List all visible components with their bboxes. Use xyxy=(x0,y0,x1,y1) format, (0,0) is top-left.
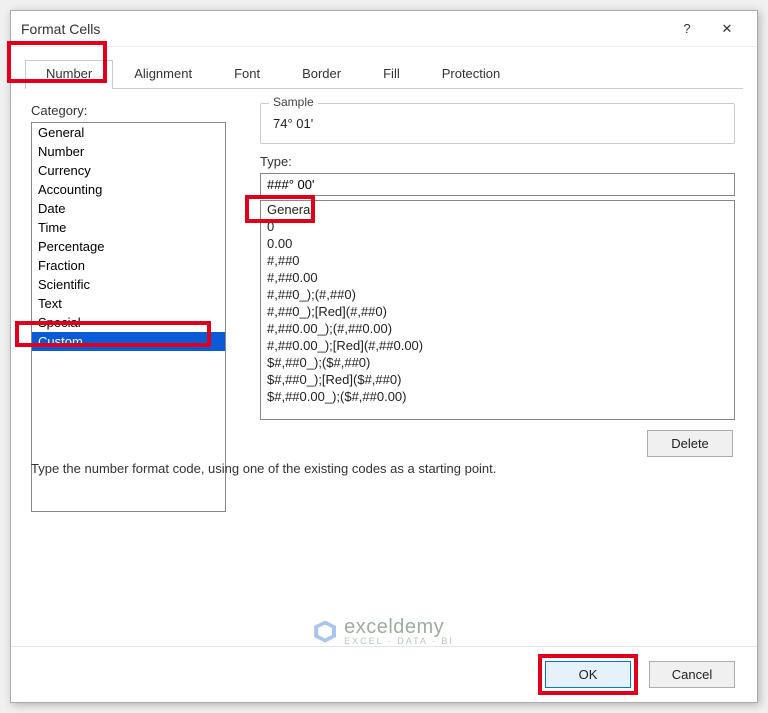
format-code-item[interactable]: #,##0_);(#,##0) xyxy=(261,286,734,303)
format-code-item[interactable]: 0.00 xyxy=(261,235,734,252)
format-code-item[interactable]: #,##0.00_);[Red](#,##0.00) xyxy=(261,337,734,354)
dialog-body: NumberAlignmentFontBorderFillProtection … xyxy=(11,47,757,646)
category-item-date[interactable]: Date xyxy=(32,199,225,218)
format-code-item[interactable]: #,##0.00 xyxy=(261,269,734,286)
tabstrip: NumberAlignmentFontBorderFillProtection xyxy=(25,59,743,89)
category-item-text[interactable]: Text xyxy=(32,294,225,313)
category-item-number[interactable]: Number xyxy=(32,142,225,161)
category-item-accounting[interactable]: Accounting xyxy=(32,180,225,199)
category-item-special[interactable]: Special xyxy=(32,313,225,332)
format-code-item[interactable]: General xyxy=(261,201,734,218)
sample-label: Sample xyxy=(269,95,318,109)
tab-font[interactable]: Font xyxy=(213,60,281,89)
format-code-item[interactable]: #,##0_);[Red](#,##0) xyxy=(261,303,734,320)
category-label: Category: xyxy=(31,103,236,118)
cancel-button[interactable]: Cancel xyxy=(649,661,735,688)
tab-protection[interactable]: Protection xyxy=(421,60,522,89)
dialog-footer: OK Cancel xyxy=(11,646,757,702)
delete-button[interactable]: Delete xyxy=(647,430,733,457)
format-code-item[interactable]: #,##0.00_);(#,##0.00) xyxy=(261,320,734,337)
tab-number[interactable]: Number xyxy=(25,60,113,89)
sample-group: Sample 74° 01' xyxy=(260,103,735,144)
category-item-time[interactable]: Time xyxy=(32,218,225,237)
sample-value: 74° 01' xyxy=(271,110,724,131)
category-column: Category: GeneralNumberCurrencyAccountin… xyxy=(31,103,236,512)
type-input[interactable] xyxy=(260,173,735,196)
tab-alignment[interactable]: Alignment xyxy=(113,60,213,89)
category-item-currency[interactable]: Currency xyxy=(32,161,225,180)
category-item-fraction[interactable]: Fraction xyxy=(32,256,225,275)
format-code-item[interactable]: 0 xyxy=(261,218,734,235)
format-cells-dialog: Format Cells ? ✕ NumberAlignmentFontBord… xyxy=(10,10,758,703)
format-code-item[interactable]: $#,##0_);[Red]($#,##0) xyxy=(261,371,734,388)
format-code-item[interactable]: $#,##0.00_);($#,##0.00) xyxy=(261,388,734,405)
format-codes-listbox[interactable]: General00.00#,##0#,##0.00#,##0_);(#,##0)… xyxy=(260,200,735,420)
delete-row: Delete xyxy=(260,420,735,457)
tab-fill[interactable]: Fill xyxy=(362,60,421,89)
tab-border[interactable]: Border xyxy=(281,60,362,89)
number-tab-content: Category: GeneralNumberCurrencyAccountin… xyxy=(25,89,743,512)
format-code-item[interactable]: #,##0 xyxy=(261,252,734,269)
category-item-percentage[interactable]: Percentage xyxy=(32,237,225,256)
dialog-title: Format Cells xyxy=(21,21,667,37)
type-label: Type: xyxy=(260,154,735,169)
hint-text: Type the number format code, using one o… xyxy=(31,461,496,476)
category-item-scientific[interactable]: Scientific xyxy=(32,275,225,294)
category-item-custom[interactable]: Custom xyxy=(32,332,225,351)
help-button[interactable]: ? xyxy=(667,14,707,44)
close-button[interactable]: ✕ xyxy=(707,14,747,44)
ok-button[interactable]: OK xyxy=(545,661,631,688)
titlebar: Format Cells ? ✕ xyxy=(11,11,757,47)
category-item-general[interactable]: General xyxy=(32,123,225,142)
category-listbox[interactable]: GeneralNumberCurrencyAccountingDateTimeP… xyxy=(31,122,226,512)
format-code-item[interactable]: $#,##0_);($#,##0) xyxy=(261,354,734,371)
details-column: Sample 74° 01' Type: General00.00#,##0#,… xyxy=(260,103,743,512)
